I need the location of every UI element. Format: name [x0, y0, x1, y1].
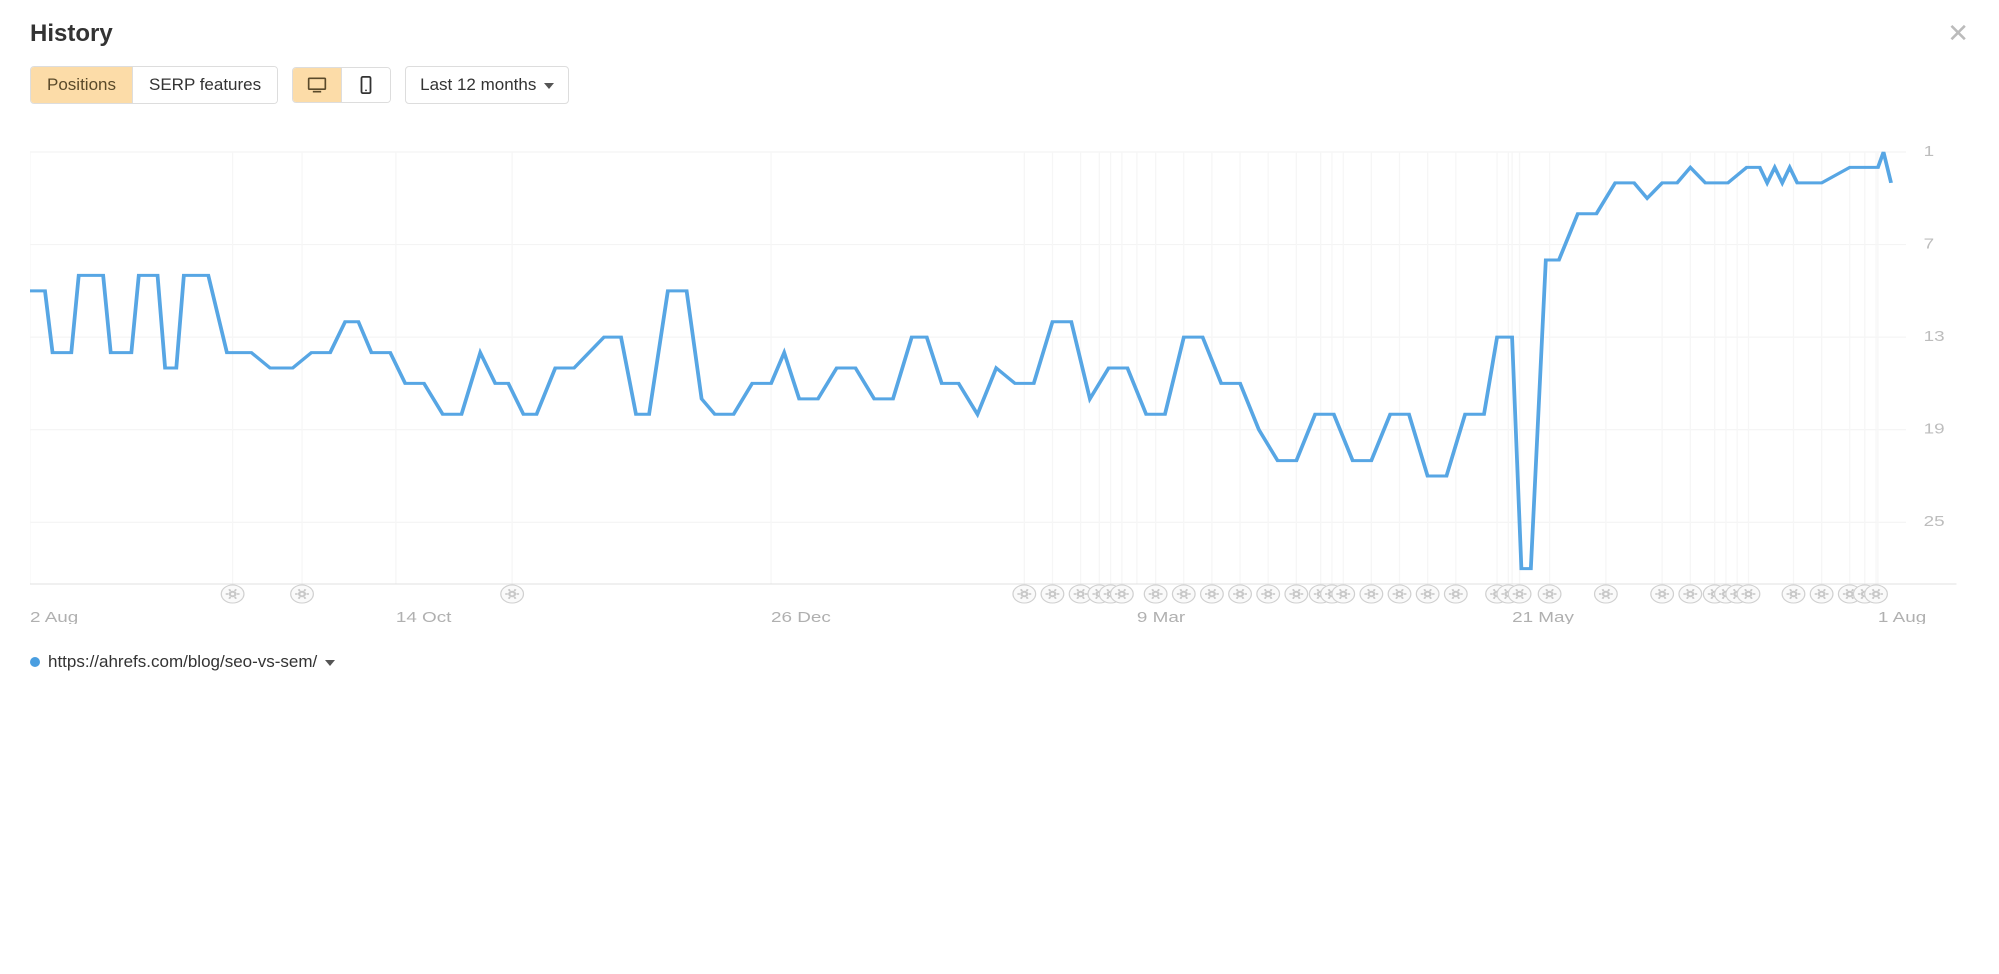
- legend-url: https://ahrefs.com/blog/seo-vs-sem/: [48, 652, 317, 672]
- svg-text:1: 1: [1924, 144, 1935, 159]
- svg-text:25: 25: [1924, 513, 1945, 530]
- svg-text:2 Aug: 2 Aug: [30, 609, 78, 624]
- desktop-icon: [307, 76, 327, 94]
- tab-positions[interactable]: Positions: [31, 67, 132, 103]
- position-history-chart: 1 7 13 19 25 2 Aug 14 Oct 26 Dec 9 Mar 21 May 1 Au…: [30, 144, 1969, 624]
- date-range-dropdown[interactable]: Last 12 months: [405, 66, 569, 104]
- svg-text:1 Aug: 1 Aug: [1878, 609, 1926, 624]
- svg-text:19: 19: [1924, 420, 1945, 437]
- tab-serp-features[interactable]: SERP features: [132, 67, 277, 103]
- device-toggle: [292, 67, 391, 103]
- mobile-icon: [356, 76, 376, 94]
- chevron-down-icon: [544, 83, 554, 89]
- view-mode-toggle: Positions SERP features: [30, 66, 278, 104]
- svg-text:9 Mar: 9 Mar: [1137, 609, 1186, 624]
- chevron-down-icon: [325, 660, 335, 666]
- svg-text:14 Oct: 14 Oct: [396, 609, 452, 624]
- legend-color-dot: [30, 657, 40, 667]
- svg-text:26 Dec: 26 Dec: [771, 609, 831, 624]
- svg-text:13: 13: [1924, 328, 1945, 345]
- desktop-toggle[interactable]: [293, 68, 341, 102]
- legend-item[interactable]: https://ahrefs.com/blog/seo-vs-sem/: [30, 652, 1969, 672]
- svg-text:7: 7: [1924, 235, 1935, 252]
- mobile-toggle[interactable]: [341, 68, 390, 102]
- close-icon[interactable]: ✕: [1947, 20, 1969, 46]
- date-range-label: Last 12 months: [420, 75, 536, 95]
- toolbar: Positions SERP features Last 12 months: [30, 66, 1969, 104]
- page-title: History: [30, 20, 113, 48]
- svg-text:21 May: 21 May: [1512, 609, 1574, 624]
